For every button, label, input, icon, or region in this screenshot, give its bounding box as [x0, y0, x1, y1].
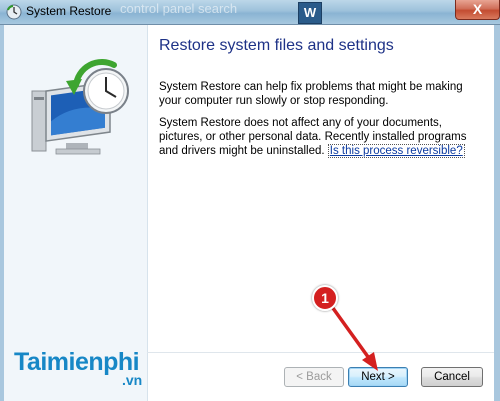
left-decor-pane — [4, 25, 148, 401]
data-safety-paragraph: System Restore does not affect any of yo… — [159, 116, 479, 158]
background-window-title: control panel search — [120, 1, 238, 16]
window-title: System Restore — [26, 4, 112, 18]
monitor-restore-clock-icon — [31, 58, 129, 155]
next-button[interactable]: Next > — [348, 367, 408, 387]
system-restore-icon — [6, 4, 22, 20]
title-bar: control panel search System Restore W X — [0, 0, 500, 25]
step-badge: 1 — [312, 285, 338, 311]
cancel-button[interactable]: Cancel — [421, 367, 483, 387]
page-heading: Restore system files and settings — [159, 37, 394, 54]
taskbar-thumbnail: W — [298, 2, 322, 24]
description-paragraph: System Restore can help fix problems tha… — [159, 81, 463, 107]
watermark-logo: Taimienphi — [14, 348, 140, 376]
watermark-logo-tld: .vn — [122, 372, 143, 388]
back-button[interactable]: < Back — [284, 367, 344, 387]
button-separator — [147, 352, 494, 353]
close-button[interactable]: X — [455, 0, 500, 20]
reversible-help-link[interactable]: Is this process reversible? — [327, 144, 465, 158]
